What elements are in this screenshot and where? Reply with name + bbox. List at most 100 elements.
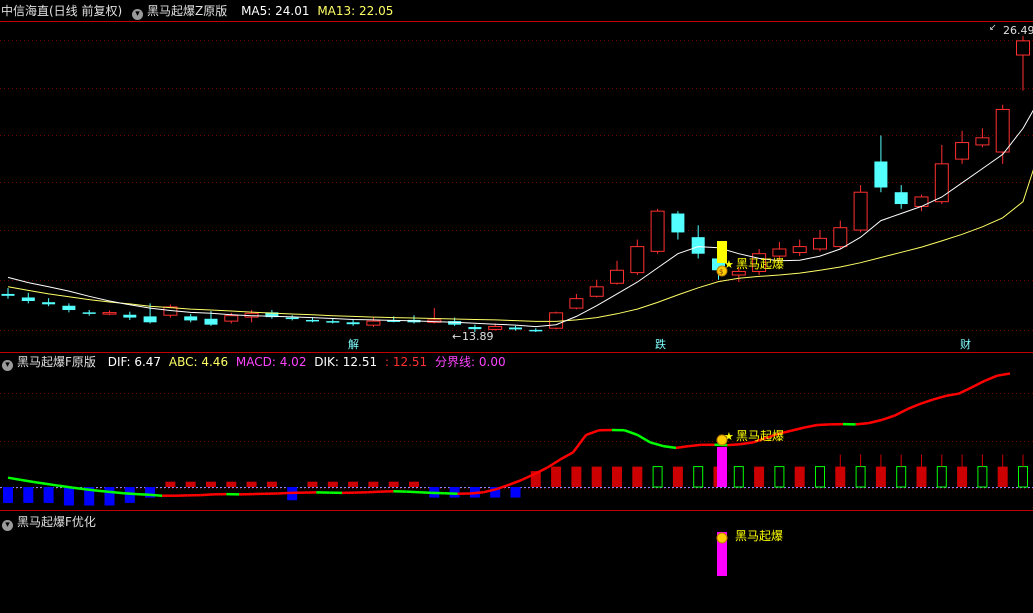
- dif-segment: [46, 482, 60, 488]
- candle-body: [21, 297, 35, 302]
- low-price-label: 13.89: [462, 330, 494, 343]
- histogram-bar: [733, 466, 744, 488]
- dif-segment: [983, 374, 998, 383]
- histogram-bar: [104, 487, 115, 506]
- dif-segment: [123, 491, 137, 496]
- marker-die: 跌: [655, 337, 666, 351]
- dif-segment: [855, 421, 869, 426]
- dif-segment: [33, 480, 47, 486]
- candle-body: [934, 163, 949, 203]
- dif-segment: [906, 402, 921, 411]
- panel2-indicator-name[interactable]: 黑马起爆F原版: [17, 355, 96, 369]
- macd-value: MACD: 4.02: [235, 355, 307, 369]
- histogram-bar: [469, 487, 480, 498]
- signal-label-panel3: 黑马起爆: [735, 529, 783, 543]
- histogram-bar: [327, 481, 338, 487]
- histogram-bar: [774, 466, 785, 488]
- dif-segment: [765, 432, 780, 440]
- dif-segment: [483, 487, 497, 494]
- abc-value: ABC: 4.46: [168, 355, 229, 369]
- histogram-bar: [449, 487, 460, 498]
- dif-segment: [881, 414, 895, 422]
- moneybag-icon: [716, 434, 728, 446]
- candle-body: [650, 210, 665, 252]
- indicator-f-opt-chart: [717, 532, 727, 576]
- candle-body: [224, 315, 239, 322]
- dif-segment: [7, 476, 22, 482]
- histogram-bar: [977, 466, 988, 488]
- moneybag-icon: [716, 532, 728, 544]
- histogram-bar: [348, 481, 359, 487]
- histogram-bar: [997, 466, 1008, 487]
- histogram-bar: [551, 466, 562, 487]
- chart-canvas[interactable]: 26.49 ↙ 13.89 ← 解 跌 财 ★ 黑马起爆 $ ★ 黑马起爆 黑马…: [0, 0, 1033, 613]
- candle-body: [529, 329, 543, 332]
- ma5-line: [7, 109, 1033, 328]
- histogram-bar: [43, 487, 54, 503]
- candle-body: [772, 248, 787, 257]
- histogram-bar: [3, 487, 13, 503]
- candle-body: [387, 320, 401, 322]
- panel3-indicator-name[interactable]: 黑马起爆F优化: [17, 515, 96, 529]
- dif-segment: [663, 444, 677, 450]
- dif-segment: [136, 492, 150, 497]
- marker-jie: 解: [348, 337, 359, 351]
- dif-segment: [958, 386, 973, 395]
- candle-body: [569, 298, 584, 309]
- dif-segment: [200, 493, 214, 497]
- histogram-bar: [794, 466, 805, 487]
- histogram-bar: [957, 466, 968, 487]
- candle-body: [306, 319, 319, 322]
- moneybag-icon: [716, 265, 728, 277]
- dif-segment: [534, 466, 549, 476]
- dif-segment: [406, 490, 420, 494]
- grid: [0, 40, 1033, 489]
- boundary-value: 分界线: 0.00: [435, 355, 506, 369]
- dif-segment: [84, 487, 99, 492]
- candle-body: [326, 321, 340, 323]
- dif-segment: [688, 443, 702, 448]
- signal-bar: [717, 241, 727, 263]
- histogram-bar: [672, 466, 683, 487]
- high-price-label: 26.49: [1003, 24, 1033, 37]
- indicator-name[interactable]: 黑马起爆Z原版: [147, 4, 227, 18]
- candle-body: [610, 269, 624, 284]
- marker-cai: 财: [960, 337, 971, 351]
- indicator-menu-icon[interactable]: ▾: [2, 360, 13, 371]
- histogram-bar: [84, 487, 95, 506]
- dif-segment: [649, 441, 664, 448]
- candle-body: [671, 213, 685, 233]
- dif-segment: [508, 478, 523, 486]
- histogram-bar: [1018, 466, 1028, 488]
- candle-body: [853, 191, 868, 231]
- candle-body: [894, 192, 908, 205]
- candle-body: [163, 306, 178, 316]
- dif-segment: [470, 491, 484, 495]
- candle-body: [874, 161, 888, 188]
- histogram-bar: [916, 466, 927, 487]
- histogram-bar: [145, 487, 156, 498]
- dif-segment: [585, 429, 600, 437]
- dif-segment: [778, 429, 792, 435]
- histogram-bar: [530, 471, 541, 487]
- histogram-bar: [206, 481, 216, 487]
- candle-body: [914, 196, 929, 207]
- histogram-bar: [936, 466, 947, 488]
- histogram-bar: [896, 466, 907, 488]
- candle-body: [62, 305, 76, 311]
- dif-segment: [945, 392, 959, 398]
- candle-body: [143, 316, 157, 323]
- indicator-menu-icon[interactable]: ▾: [2, 520, 13, 531]
- histogram-bar: [875, 466, 886, 487]
- candle-body: [731, 270, 746, 276]
- signal-label-main: 黑马起爆: [736, 257, 784, 271]
- candle-body: [752, 253, 767, 272]
- candle-body: [509, 327, 522, 330]
- dif-segment: [367, 490, 381, 494]
- signal-label-panel2: 黑马起爆: [736, 429, 784, 443]
- candle-body: [407, 319, 421, 323]
- indicator-menu-icon[interactable]: ▾: [132, 9, 144, 20]
- histogram-bar: [307, 481, 318, 487]
- signal-bar: [717, 532, 727, 576]
- dif-segment: [636, 433, 651, 444]
